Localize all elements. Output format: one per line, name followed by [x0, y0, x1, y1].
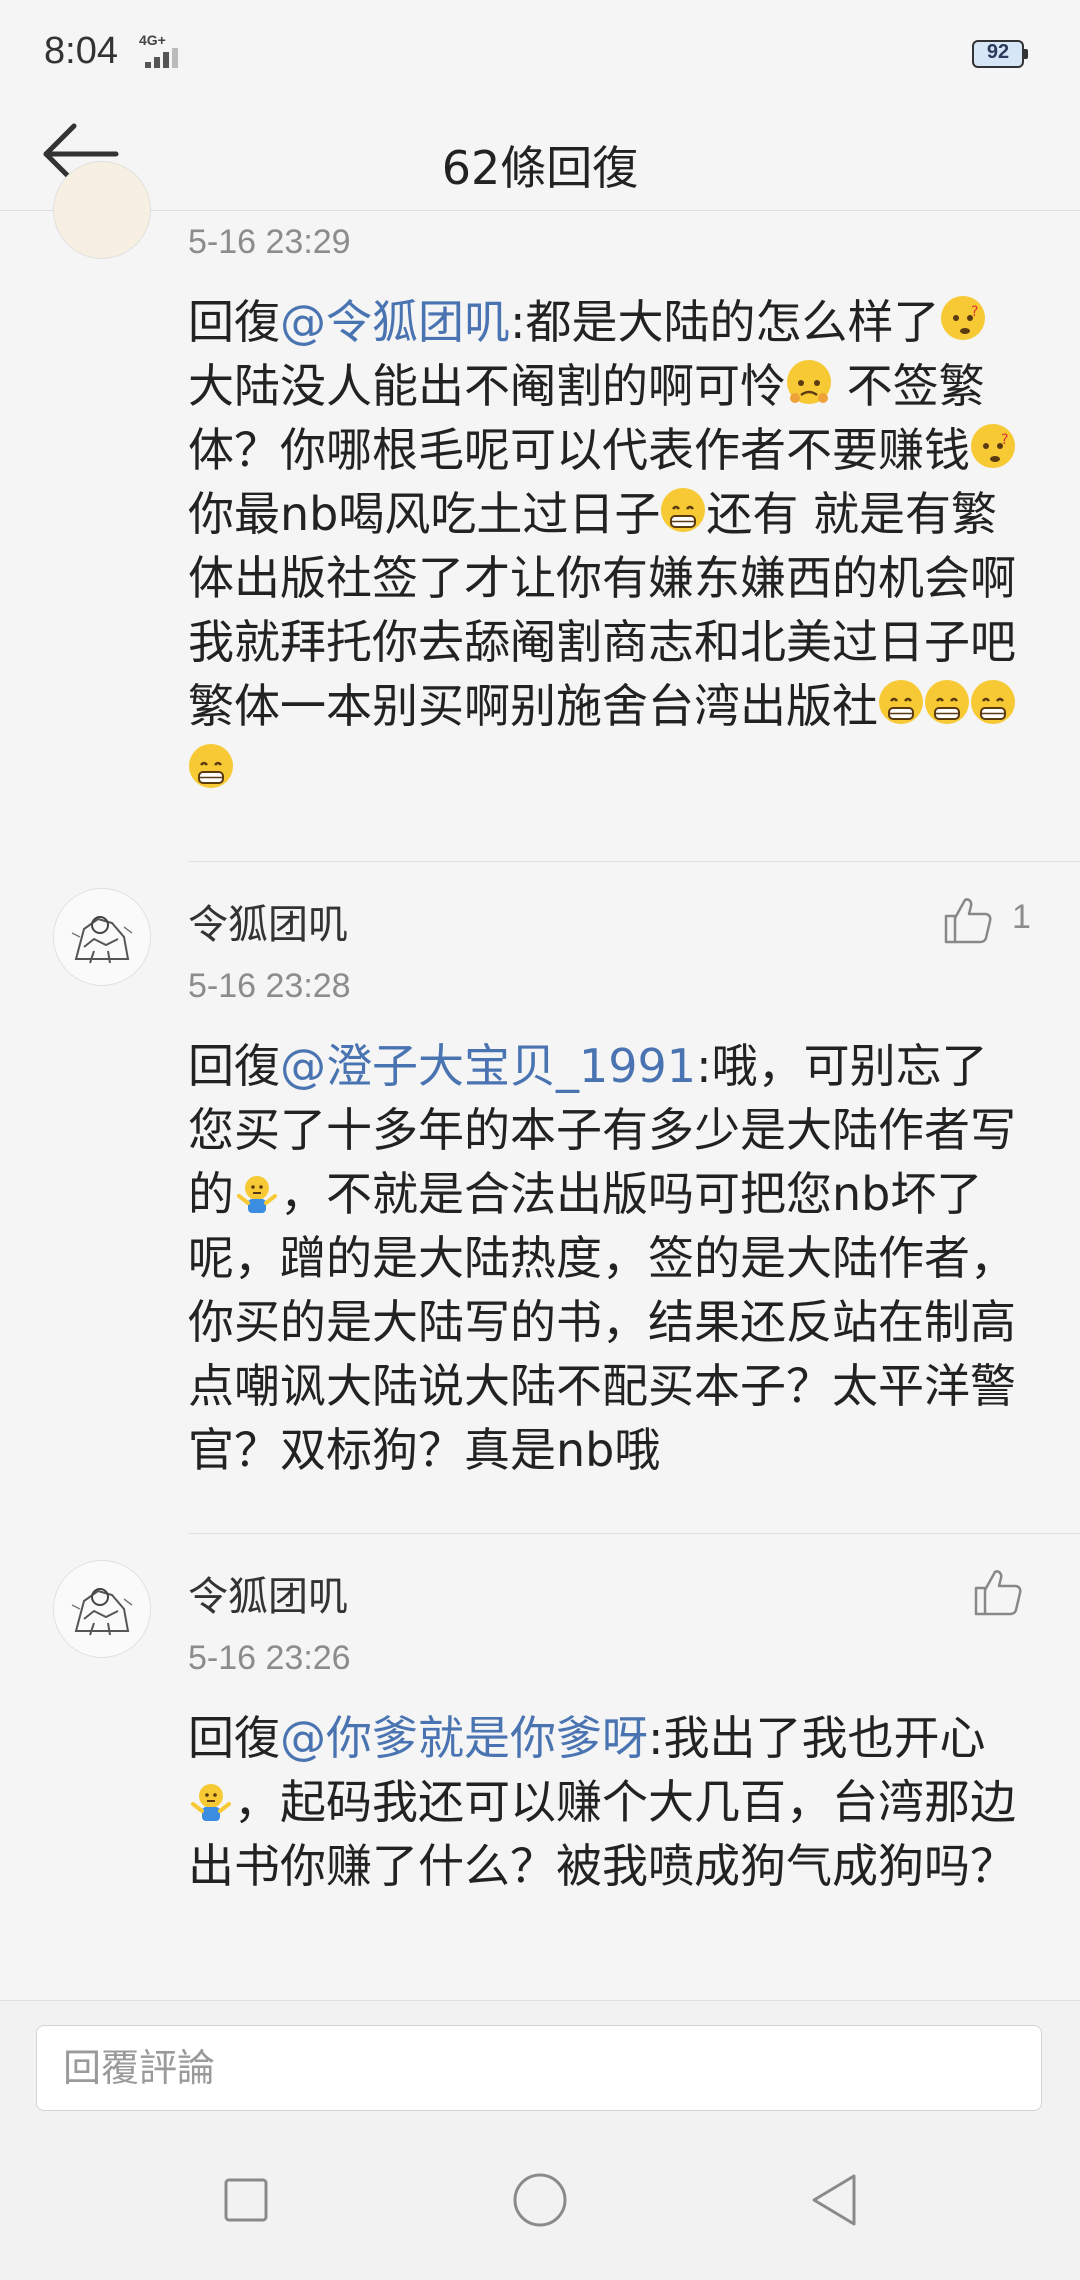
reply-prefix: 回復 — [188, 1039, 280, 1093]
status-bar: 8:04 4G+ 92 — [0, 0, 1080, 110]
reply-bar — [0, 2000, 1080, 2121]
grin-emoji-icon — [879, 680, 923, 724]
comment-text: 回復@你爹就是你爹呀:我出了我也开心 ，起码我还可以赚个大几百，台湾那边出书你赚了… — [188, 1706, 1018, 1898]
avatar[interactable] — [53, 888, 151, 986]
mention-link[interactable]: @你爹就是你爹呀 — [280, 1711, 648, 1765]
sketch-avatar-icon — [55, 890, 149, 984]
battery-icon: 92 — [972, 40, 1028, 70]
signal-strength-icon — [145, 48, 181, 68]
nav-back-button[interactable] — [794, 2160, 874, 2240]
shrug-emoji-icon — [235, 1168, 279, 1213]
mention-link[interactable]: @令狐团叽 — [280, 295, 510, 349]
grin-emoji-icon — [925, 680, 969, 724]
grin-emoji-icon — [971, 680, 1015, 724]
pitiful-emoji-icon — [787, 360, 831, 404]
home-button[interactable] — [500, 2160, 580, 2240]
reply-prefix: 回復 — [188, 295, 280, 349]
comment-text-segment: 你最nb喝风吃土过日子 — [188, 487, 661, 541]
comment-replies-screen: 8:04 4G+ 92 62條回復 5-16 23:29 回復@令狐团叽:都是大… — [0, 0, 1080, 2280]
shrug-emoji-icon — [189, 1776, 233, 1821]
svg-text:?: ? — [971, 304, 978, 320]
comment-username[interactable]: 令狐团叽 — [188, 892, 348, 950]
comment-timestamp: 5-16 23:28 — [188, 967, 351, 1005]
avatar[interactable] — [53, 1560, 151, 1658]
comment-item: 令狐团叽 1 5-16 23:28 回復@澄子大宝贝_1991:哦，可别忘了您买… — [0, 862, 1080, 1532]
grin-emoji-icon — [189, 744, 233, 788]
avatar[interactable] — [53, 161, 151, 259]
comment-text: 回復@澄子大宝贝_1991:哦，可别忘了您买了十多年的本子有多少是大陆作者写的，… — [188, 1034, 1018, 1482]
comment-text: 回復@令狐团叽:都是大陆的怎么样了? 大陆没人能出不阉割的啊可怜 不签繁体？你哪根… — [188, 290, 1018, 802]
triangle-back-icon — [812, 2174, 856, 2226]
page-title: 62條回復 — [441, 141, 639, 195]
comment-text-segment: :我出了我也开心 — [648, 1711, 986, 1765]
thumbs-up-icon — [974, 1570, 1022, 1616]
like-button[interactable] — [940, 892, 996, 948]
circle-icon — [513, 2173, 567, 2227]
like-button[interactable] — [970, 1564, 1026, 1620]
comment-username[interactable]: 令狐团叽 — [188, 1564, 348, 1622]
network-indicator: 4G+ — [135, 30, 181, 70]
thumbs-up-icon — [944, 898, 992, 944]
recent-apps-button[interactable] — [206, 2160, 286, 2240]
comment-text-segment: ，起码我还可以赚个大几百，台湾那边出书你赚了什么？被我喷成狗气成狗吗？ — [188, 1775, 1016, 1893]
header: 62條回復 — [0, 110, 1080, 211]
mention-link[interactable]: @澄子大宝贝_1991 — [280, 1039, 696, 1093]
thinking-emoji-icon: ? — [971, 424, 1015, 468]
status-time: 8:04 — [44, 30, 118, 72]
network-type-label: 4G+ — [139, 32, 166, 48]
thinking-emoji-icon: ? — [940, 296, 985, 340]
reply-comment-input[interactable] — [36, 2025, 1042, 2111]
comment-text-segment: :都是大陆的怎么样了 — [510, 295, 940, 349]
reply-prefix: 回復 — [188, 1711, 280, 1765]
comment-item: 5-16 23:29 回復@令狐团叽:都是大陆的怎么样了? 大陆没人能出不阉割的啊… — [0, 161, 1080, 861]
comment-timestamp: 5-16 23:29 — [188, 223, 351, 261]
like-count: 1 — [1012, 898, 1031, 936]
comment-text-segment: ，不就是合法出版吗可把您nb坏了呢，蹭的是大陆热度，签的是大陆作者，你买的是大陆… — [188, 1167, 1016, 1477]
comment-item: 令狐团叽 5-16 23:26 回復@你爹就是你爹呀:我出了我也开心 ，起码我还可… — [0, 1534, 1080, 2000]
system-nav-bar — [0, 2120, 1080, 2280]
comment-text-segment: 大陆没人能出不阉割的啊可怜 — [188, 359, 786, 413]
battery-level: 92 — [986, 41, 1010, 63]
sketch-avatar-icon — [55, 1562, 149, 1656]
comment-timestamp: 5-16 23:26 — [188, 1639, 351, 1677]
grin-emoji-icon — [661, 488, 706, 532]
square-icon — [224, 2178, 268, 2222]
svg-text:?: ? — [1001, 432, 1008, 448]
